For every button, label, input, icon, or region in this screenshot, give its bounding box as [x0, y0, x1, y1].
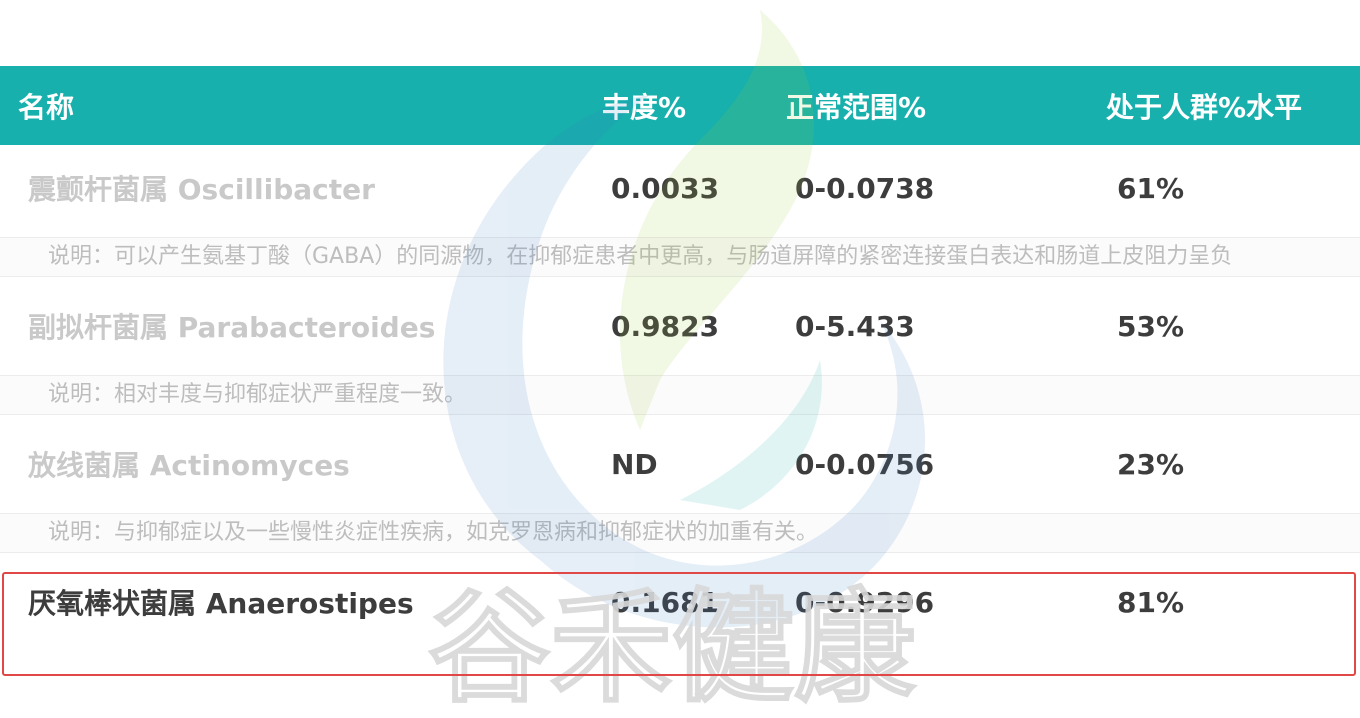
- bacteria-table: 名称 丰度% 正常范围% 处于人群%水平 震颤杆菌属 Oscillibacter…: [0, 66, 1360, 645]
- percentile-value: 23%: [1117, 447, 1185, 481]
- report-page: 名称 丰度% 正常范围% 处于人群%水平 震颤杆菌属 Oscillibacter…: [0, 0, 1360, 718]
- note-text: 说明：与抑郁症以及一些慢性炎症性疾病，如克罗恩病和抑郁症状的加重有关。: [48, 520, 819, 545]
- table-row: 震颤杆菌属 Oscillibacter 0.0033 0-0.0738 61%: [0, 145, 1360, 231]
- range-value: 0-0.0756: [795, 447, 935, 481]
- bacteria-name: 厌氧棒状菌属 Anaerostipes: [28, 587, 414, 620]
- abundance-value: 0.1681: [611, 585, 720, 619]
- range-value: 0-5.433: [795, 309, 915, 343]
- percentile-value: 61%: [1117, 171, 1185, 205]
- abundance-value: 0.9823: [611, 309, 720, 343]
- header-abundance: 丰度%: [602, 90, 687, 124]
- abundance-value: 0.0033: [611, 171, 720, 205]
- table-row: 放线菌属 Actinomyces ND 0-0.0756 23%: [0, 421, 1360, 507]
- range-value: 0-0.0738: [795, 171, 935, 205]
- table-row: 副拟杆菌属 Parabacteroides 0.9823 0-5.433 53%: [0, 283, 1360, 369]
- header-name: 名称: [18, 90, 75, 124]
- percentile-value: 81%: [1117, 585, 1185, 619]
- row-note: 说明：可以产生氨基丁酸（GABA）的同源物，在抑郁症患者中更高，与肠道屏障的紧密…: [0, 237, 1360, 277]
- bacteria-name: 放线菌属 Actinomyces: [28, 449, 350, 482]
- table-header: 名称 丰度% 正常范围% 处于人群%水平: [0, 66, 1360, 145]
- row-note: 说明：与抑郁症以及一些慢性炎症性疾病，如克罗恩病和抑郁症状的加重有关。: [0, 513, 1360, 553]
- row-note: 说明：相对丰度与抑郁症状严重程度一致。: [0, 375, 1360, 415]
- bacteria-name: 震颤杆菌属 Oscillibacter: [28, 173, 375, 206]
- table-row-highlighted: 厌氧棒状菌属 Anaerostipes 0.1681 0-0.9296 81%: [0, 559, 1360, 645]
- header-range: 正常范围%: [786, 90, 927, 124]
- range-value: 0-0.9296: [795, 585, 935, 619]
- bacteria-name: 副拟杆菌属 Parabacteroides: [28, 311, 436, 344]
- abundance-value: ND: [611, 447, 658, 481]
- header-percentile: 处于人群%水平: [1106, 90, 1303, 124]
- note-text: 说明：相对丰度与抑郁症状严重程度一致。: [48, 382, 467, 407]
- percentile-value: 53%: [1117, 309, 1185, 343]
- note-text: 说明：可以产生氨基丁酸（GABA）的同源物，在抑郁症患者中更高，与肠道屏障的紧密…: [48, 244, 1233, 269]
